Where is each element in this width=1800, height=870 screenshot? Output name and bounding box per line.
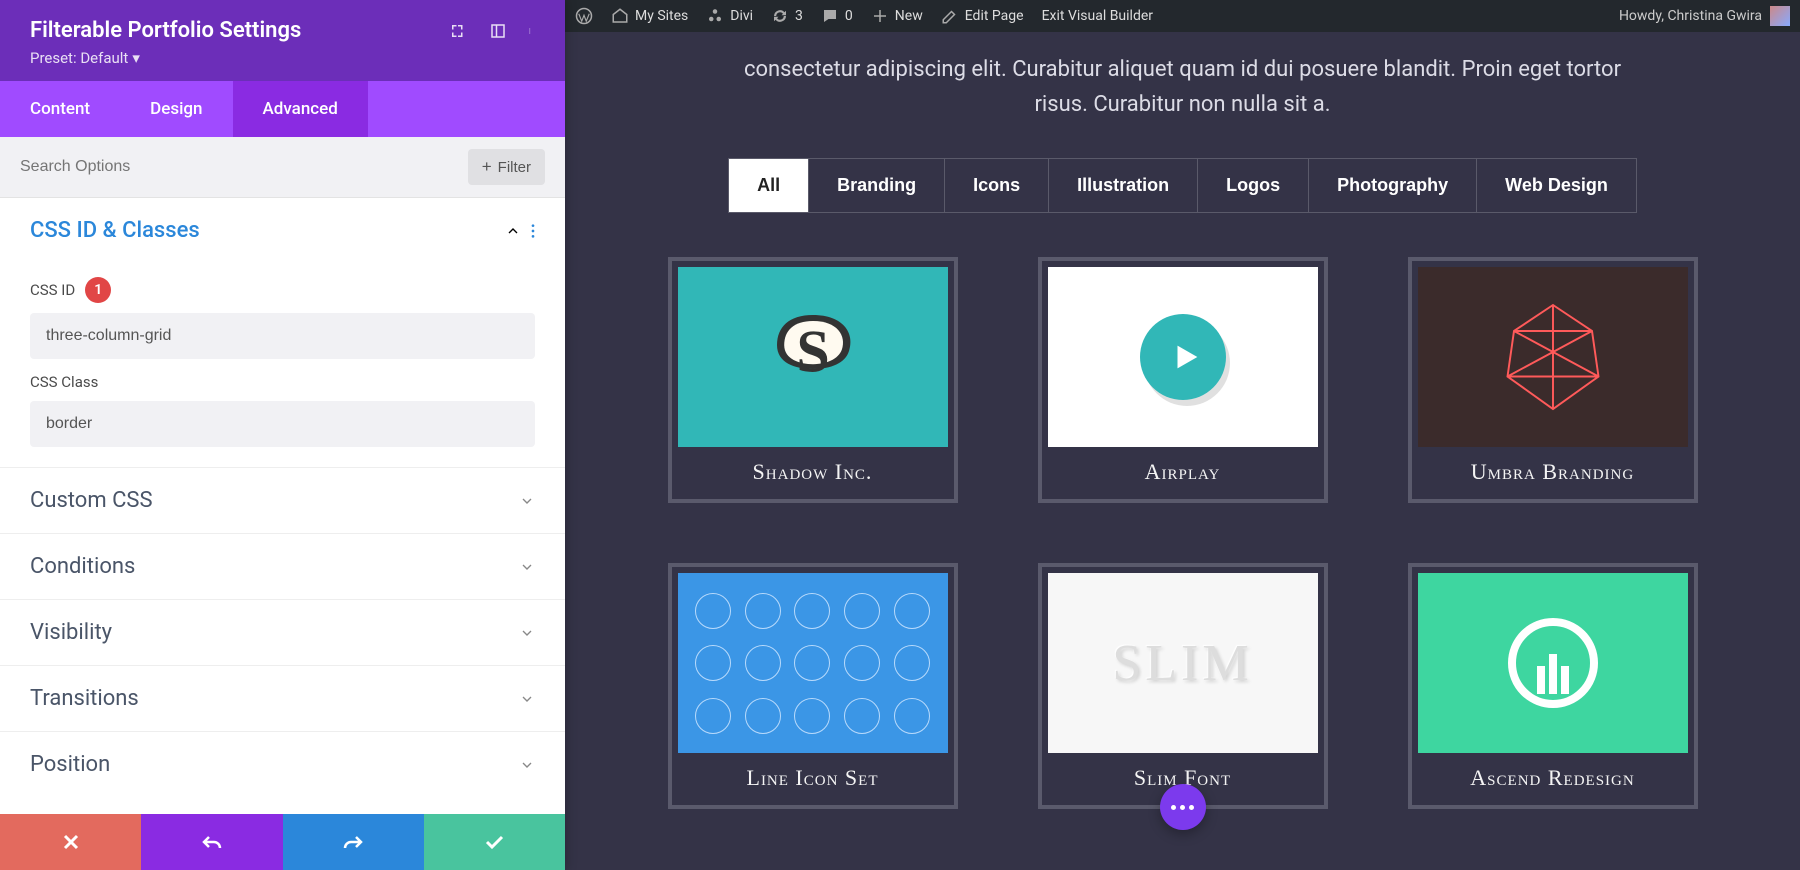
comments-link[interactable]: 0 [821,7,853,25]
group-conditions[interactable]: Conditions [0,534,565,599]
group-visibility[interactable]: Visibility [0,600,565,665]
portfolio-caption: Ascend Redesign [1418,753,1688,799]
portfolio-item[interactable]: SLIM Slim Font [1038,563,1328,809]
expand-icon[interactable] [449,22,467,40]
chevron-down-icon [519,625,535,641]
avatar[interactable] [1770,6,1790,26]
updates-link[interactable]: 3 [771,7,803,25]
group-transitions[interactable]: Transitions [0,666,565,731]
portfolio-item[interactable]: Line Icon Set [668,563,958,809]
builder-fab[interactable] [1160,784,1206,830]
chevron-down-icon [519,757,535,773]
greeting-text[interactable]: Howdy, Christina Gwira [1619,8,1762,24]
filter-web-design[interactable]: Web Design [1477,158,1637,213]
filter-branding[interactable]: Branding [809,158,945,213]
portfolio-item[interactable]: S Shadow Inc. [668,257,958,503]
filter-logos[interactable]: Logos [1198,158,1309,213]
intro-text: consectetur adipiscing elit. Curabitur a… [733,52,1633,122]
search-input[interactable] [20,158,468,176]
settings-panel: Filterable Portfolio Settings Preset: De… [0,0,565,870]
save-button[interactable] [424,814,565,870]
filter-illustration[interactable]: Illustration [1049,158,1198,213]
edit-page-link[interactable]: Edit Page [941,7,1024,25]
tab-design[interactable]: Design [120,81,232,137]
portfolio-filters: All Branding Icons Illustration Logos Ph… [645,158,1720,213]
css-class-input[interactable] [30,401,535,447]
play-icon [1140,314,1226,400]
annotation-badge-1: 1 [85,277,111,303]
filter-photography[interactable]: Photography [1309,158,1477,213]
tabs: Content Design Advanced [0,81,565,137]
portfolio-item[interactable]: Umbra Branding [1408,257,1698,503]
panel-title: Filterable Portfolio Settings [30,18,301,43]
group-custom-css[interactable]: Custom CSS [0,468,565,533]
snap-icon[interactable] [489,22,507,40]
more-icon[interactable] [529,22,535,40]
tab-advanced[interactable]: Advanced [233,81,368,137]
css-class-label: CSS Class [30,373,535,391]
portfolio-grid: S Shadow Inc. Airplay Umbra Branding Lin… [645,257,1720,809]
portfolio-item[interactable]: Airplay [1038,257,1328,503]
portfolio-item[interactable]: Ascend Redesign [1408,563,1698,809]
undo-button[interactable] [141,814,282,870]
chevron-down-icon [519,559,535,575]
preset-selector[interactable]: Preset: Default▾ [30,49,535,67]
cancel-button[interactable] [0,814,141,870]
new-link[interactable]: New [871,7,923,25]
portfolio-caption: Umbra Branding [1418,447,1688,493]
css-id-input[interactable] [30,313,535,359]
redo-button[interactable] [283,814,424,870]
ascend-logo-icon [1508,618,1598,708]
filter-icons[interactable]: Icons [945,158,1049,213]
filter-all[interactable]: All [728,158,809,213]
css-id-label: CSS ID [30,281,75,299]
portfolio-caption: Airplay [1048,447,1318,493]
filter-button[interactable]: +Filter [468,149,545,185]
tab-content[interactable]: Content [0,81,120,137]
wp-logo[interactable] [575,7,593,25]
exit-visual-builder-link[interactable]: Exit Visual Builder [1042,8,1153,24]
group-position[interactable]: Position [0,732,565,797]
portfolio-caption: Line Icon Set [678,753,948,799]
my-sites-link[interactable]: My Sites [611,7,688,25]
chevron-up-icon [505,223,521,239]
portfolio-caption: Shadow Inc. [678,447,948,493]
group-css-id-classes[interactable]: CSS ID & Classes [0,198,565,263]
kebab-icon[interactable] [531,223,535,239]
site-name-link[interactable]: Divi [706,7,753,25]
chevron-down-icon [519,493,535,509]
wp-admin-bar: My Sites Divi 3 0 New Edit Page Exit Vis… [565,0,1800,32]
chevron-down-icon [519,691,535,707]
page-preview: consectetur adipiscing elit. Curabitur a… [565,32,1800,870]
svg-text:S: S [796,319,829,385]
